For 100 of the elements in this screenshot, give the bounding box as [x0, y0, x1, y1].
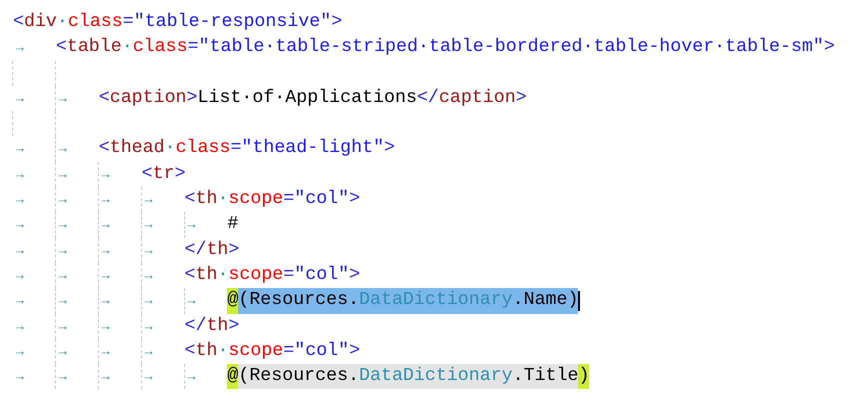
code-punctuation: >: [331, 11, 342, 34]
code-punctuation: =: [283, 340, 294, 363]
code-punctuation: <: [184, 340, 196, 363]
code-text: (Resources.: [238, 288, 360, 314]
tab-marker: →: [102, 293, 110, 308]
tab-marker: →: [16, 293, 24, 308]
code-punctuation: =: [283, 188, 294, 212]
code-text: List·of·Applications: [198, 86, 417, 110]
code-punctuation: =: [230, 137, 242, 160]
tab-marker: →: [58, 141, 67, 156]
whitespace-marker: ·: [56, 11, 68, 34]
tab-marker: →: [16, 344, 24, 359]
code-text: @: [227, 364, 238, 390]
tab-marker: →: [144, 268, 152, 283]
code-punctuation: <: [184, 264, 196, 287]
tab-marker: →: [58, 90, 67, 106]
code-punctuation: >: [174, 162, 186, 186]
code-punctuation: >: [228, 314, 240, 338]
tab-marker: →: [102, 318, 110, 334]
code-punctuation: >: [824, 36, 835, 60]
tab-marker: →: [102, 166, 110, 182]
tab-marker: →: [102, 344, 110, 359]
attribute-name: class: [176, 137, 230, 160]
code-punctuation: =: [188, 36, 199, 60]
tag-name: th: [195, 188, 218, 212]
tag-name: th: [195, 264, 218, 287]
tab-marker: →: [16, 166, 24, 182]
whitespace-marker: ·: [164, 137, 176, 160]
tab-marker: →: [16, 192, 24, 208]
code-punctuation: <: [13, 11, 24, 34]
type-name: DataDictionary: [359, 364, 513, 390]
attribute-value: "table·table-striped·table-bordered·table-hover·table-sm": [198, 36, 824, 60]
tab-marker: →: [58, 369, 67, 384]
tag-name: th: [195, 340, 218, 363]
code-text: .Name): [512, 288, 578, 314]
tag-name: caption: [110, 86, 187, 110]
attribute-name: class: [68, 11, 123, 34]
whitespace-marker: ·: [217, 188, 228, 212]
attribute-value: "thead-light": [241, 137, 384, 160]
whitespace-marker: ·: [217, 340, 228, 363]
attribute-name: scope: [228, 340, 284, 363]
code-text: @: [227, 288, 238, 314]
tab-marker: →: [58, 242, 67, 258]
attribute-name: scope: [228, 264, 284, 287]
code-punctuation: </: [416, 86, 439, 110]
code-punctuation: >: [349, 188, 360, 212]
attribute-value: "col": [294, 264, 350, 287]
tag-name: caption: [438, 86, 516, 110]
tag-name: div: [24, 11, 57, 34]
tab-marker: →: [16, 40, 24, 56]
attribute-value: "col": [294, 340, 350, 363]
tab-marker: →: [144, 192, 152, 208]
tab-marker: →: [188, 369, 196, 384]
code-punctuation: >: [516, 86, 527, 110]
whitespace-marker: ·: [122, 36, 133, 60]
code-punctuation: >: [349, 264, 360, 287]
tag-name: th: [206, 314, 228, 338]
tab-marker: →: [16, 369, 24, 384]
code-punctuation: <: [56, 36, 67, 60]
tab-marker: →: [144, 318, 152, 334]
tab-marker: →: [102, 268, 110, 283]
code-text: ): [578, 364, 590, 390]
code-punctuation: >: [349, 340, 360, 363]
tab-marker: →: [188, 217, 196, 232]
code-punctuation: </: [184, 314, 206, 338]
code-punctuation: <: [184, 188, 196, 212]
tab-marker: →: [58, 344, 67, 359]
tab-marker: →: [144, 369, 152, 384]
tab-marker: →: [16, 318, 24, 334]
whitespace-marker: ·: [217, 264, 228, 287]
code-punctuation: >: [384, 137, 396, 160]
tab-marker: →: [58, 268, 67, 283]
attribute-name: class: [132, 36, 188, 60]
tab-marker: →: [102, 192, 110, 208]
code-punctuation: </: [184, 238, 206, 262]
tab-marker: →: [102, 217, 110, 232]
code-punctuation: >: [228, 238, 240, 262]
code-text: .Title: [512, 364, 578, 390]
tag-name: table: [66, 36, 122, 60]
tab-marker: →: [144, 293, 152, 308]
tag-name: th: [206, 238, 228, 262]
tab-marker: →: [102, 369, 110, 384]
code-punctuation: <: [142, 162, 153, 186]
code-text: (Resources.: [238, 364, 360, 390]
code-text: #: [227, 213, 238, 236]
tab-marker: →: [188, 293, 196, 308]
tab-marker: →: [58, 217, 67, 232]
code-punctuation: =: [122, 11, 134, 34]
attribute-value: "col": [294, 188, 350, 212]
tab-marker: →: [144, 217, 152, 232]
tab-marker: →: [144, 344, 152, 359]
code-punctuation: =: [283, 264, 294, 287]
tab-marker: →: [16, 217, 24, 232]
attribute-name: scope: [228, 188, 284, 212]
tag-name: thead: [110, 137, 165, 160]
code-punctuation: <: [98, 86, 110, 110]
tab-marker: →: [102, 242, 110, 258]
tab-marker: →: [58, 166, 67, 182]
tab-marker: →: [58, 318, 67, 334]
tab-marker: →: [16, 90, 24, 106]
